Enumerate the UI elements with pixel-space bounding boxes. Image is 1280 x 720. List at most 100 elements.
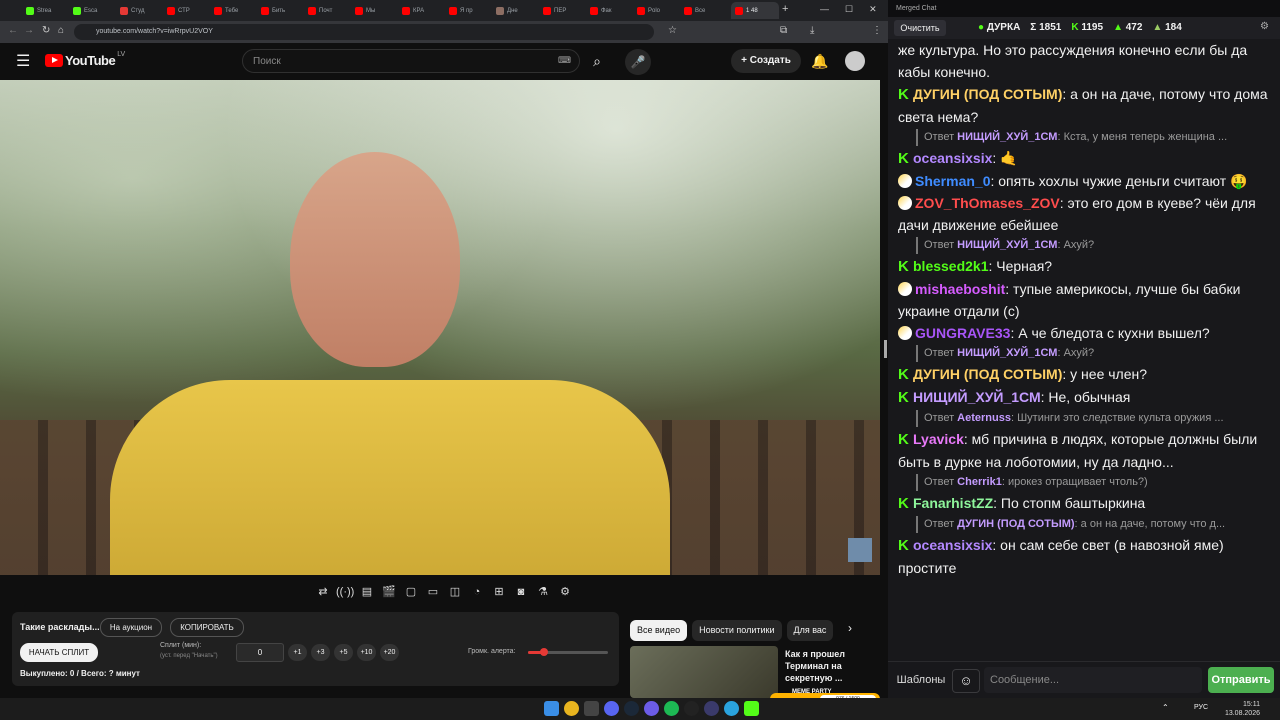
chat-username[interactable]: GUNGRAVE33 [915, 325, 1010, 341]
chat-username[interactable]: ZOV_ThOmases_ZOV [915, 195, 1060, 211]
browser-tab[interactable]: Я пр [449, 2, 489, 19]
spotify-icon[interactable] [664, 701, 679, 716]
app2-icon[interactable] [704, 701, 719, 716]
tray-chevron-icon[interactable]: ⌃ [1162, 703, 1169, 712]
chips-next-icon[interactable]: › [848, 621, 852, 635]
clapper-icon[interactable]: 🎬 [380, 583, 398, 601]
reply-user[interactable]: НИЩИЙ_ХУЙ_1СМ [957, 131, 1057, 143]
keyboard-icon[interactable]: ⌨ [558, 55, 571, 66]
chat-username[interactable]: mishaeboshit [915, 281, 1005, 297]
chat-username[interactable]: НИЩИЙ_ХУЙ_1СМ [913, 389, 1041, 405]
flask-icon[interactable]: ⚗ [534, 583, 552, 601]
theater-icon[interactable]: ▭ [424, 583, 442, 601]
clear-button[interactable]: Очистить [894, 20, 946, 36]
microphone-icon[interactable]: 🎤 [625, 49, 651, 75]
gear-icon[interactable]: ⚙ [556, 583, 574, 601]
hamburger-menu-icon[interactable]: ☰ [16, 51, 30, 71]
new-tab-button[interactable]: + [782, 3, 788, 15]
splitter-handle[interactable] [884, 340, 887, 358]
reply-user[interactable]: ДУГИН (ПОД СОТЫМ) [957, 518, 1074, 530]
suggested-video-thumbnail[interactable] [630, 646, 778, 698]
taskbar-clock[interactable]: 15:11 13.08.2026 [1225, 700, 1260, 718]
app-icon[interactable] [644, 701, 659, 716]
menu-icon[interactable]: ⋮ [872, 25, 882, 36]
star-icon[interactable]: ☆ [668, 25, 677, 36]
language-indicator[interactable]: РУС [1194, 704, 1208, 711]
browser-tab[interactable]: Мы [355, 2, 395, 19]
extensions-icon[interactable]: ⧉ [780, 25, 787, 36]
chat-username[interactable]: Sherman_0 [915, 173, 990, 189]
steam-icon[interactable] [624, 701, 639, 716]
start-split-button[interactable]: НАЧАТЬ СПЛИТ [20, 643, 98, 662]
maximize-icon[interactable]: ☐ [845, 4, 853, 15]
reply-user[interactable]: Cherrik1 [957, 476, 1002, 488]
search-icon[interactable]: ⌕ [582, 49, 612, 73]
discord-icon[interactable] [604, 701, 619, 716]
browser-tab[interactable]: 1 48 [731, 2, 779, 19]
add-icon[interactable]: ⊞ [490, 583, 508, 601]
obs-icon[interactable] [684, 701, 699, 716]
volume-slider[interactable] [528, 648, 608, 656]
emoji-icon[interactable]: ☺ [952, 669, 980, 693]
explorer-icon[interactable] [584, 701, 599, 716]
browser-tab[interactable]: Strea [26, 2, 66, 19]
download-icon[interactable]: ⤓ [810, 25, 814, 36]
chip-for-you[interactable]: Для вас [786, 620, 833, 641]
browser-tab[interactable]: Дне [496, 2, 536, 19]
frame-icon[interactable]: ▢ [402, 583, 420, 601]
split-step-button[interactable]: +5 [334, 644, 353, 661]
browser-tab[interactable]: СТР [167, 2, 207, 19]
minimize-icon[interactable]: — [820, 4, 829, 15]
youtube-logo[interactable]: YouTube LV [45, 51, 125, 68]
chat-username[interactable]: ДУГИН (ПОД СОТЫМ) [913, 86, 1062, 102]
chat-username[interactable]: ДУГИН (ПОД СОТЫМ) [913, 366, 1062, 382]
chrome-icon[interactable] [564, 701, 579, 716]
playlist-icon[interactable]: ▤ [358, 583, 376, 601]
notifications-bell-icon[interactable]: 🔔 [811, 53, 828, 70]
settings-gear-icon[interactable]: ⚙ [1260, 21, 1269, 32]
reply-user[interactable]: НИЩИЙ_ХУЙ_1СМ [957, 239, 1057, 251]
send-button[interactable]: Отправить [1208, 667, 1274, 693]
chat-username[interactable]: FanarhistZZ [913, 495, 993, 511]
split-icon[interactable]: ◫ [446, 583, 464, 601]
message-input[interactable]: Сообщение... [984, 667, 1202, 693]
auction-button[interactable]: На аукцион [100, 618, 162, 637]
split-step-button[interactable]: +20 [380, 644, 399, 661]
forward-icon[interactable]: → [24, 25, 34, 36]
chip-politics-news[interactable]: Новости политики [692, 620, 782, 641]
browser-tab[interactable]: Esca [73, 2, 113, 19]
chat-username[interactable]: blessed2k1 [913, 258, 989, 274]
close-icon[interactable]: ✕ [869, 4, 877, 15]
chip-all-videos[interactable]: Все видео [630, 620, 688, 641]
templates-button[interactable]: Шаблоны [892, 669, 950, 691]
browser-tab[interactable]: Бить [261, 2, 301, 19]
speed-icon[interactable]: ◔ [468, 583, 486, 601]
chat-username[interactable]: oceansixsix [913, 537, 992, 553]
copy-button[interactable]: КОПИРОВАТЬ [170, 618, 244, 637]
repeat-icon[interactable]: ⇄ [314, 583, 332, 601]
browser-tab[interactable]: ПЕР [543, 2, 583, 19]
telegram-icon[interactable] [724, 701, 739, 716]
split-input[interactable]: 0 [236, 643, 284, 662]
avatar[interactable] [845, 51, 865, 71]
browser-tab[interactable]: Тебе [214, 2, 254, 19]
video-player[interactable] [0, 80, 880, 575]
chat-app-icon[interactable] [744, 701, 759, 716]
back-icon[interactable]: ← [8, 25, 18, 36]
browser-tab[interactable]: КРА [402, 2, 442, 19]
chat-username[interactable]: Lyavick [913, 431, 964, 447]
chat-username[interactable]: oceansixsix [913, 150, 992, 166]
url-field[interactable]: youtube.com/watch?v=iwRrpvU2VOY [74, 24, 654, 40]
browser-tab[interactable]: Студ [120, 2, 160, 19]
split-step-button[interactable]: +1 [288, 644, 307, 661]
browser-tab[interactable]: Фак [590, 2, 630, 19]
search-input[interactable]: Поиск [242, 49, 580, 73]
reload-icon[interactable]: ↻ [42, 25, 50, 36]
create-button[interactable]: + Создать [731, 49, 801, 73]
home-icon[interactable]: ⌂ [58, 25, 64, 36]
broadcast-icon[interactable]: ((·)) [336, 583, 354, 601]
browser-tab[interactable]: Почт [308, 2, 348, 19]
split-step-button[interactable]: +3 [311, 644, 330, 661]
reply-user[interactable]: НИЩИЙ_ХУЙ_1СМ [957, 347, 1057, 359]
camera-icon[interactable]: ◙ [512, 583, 530, 601]
